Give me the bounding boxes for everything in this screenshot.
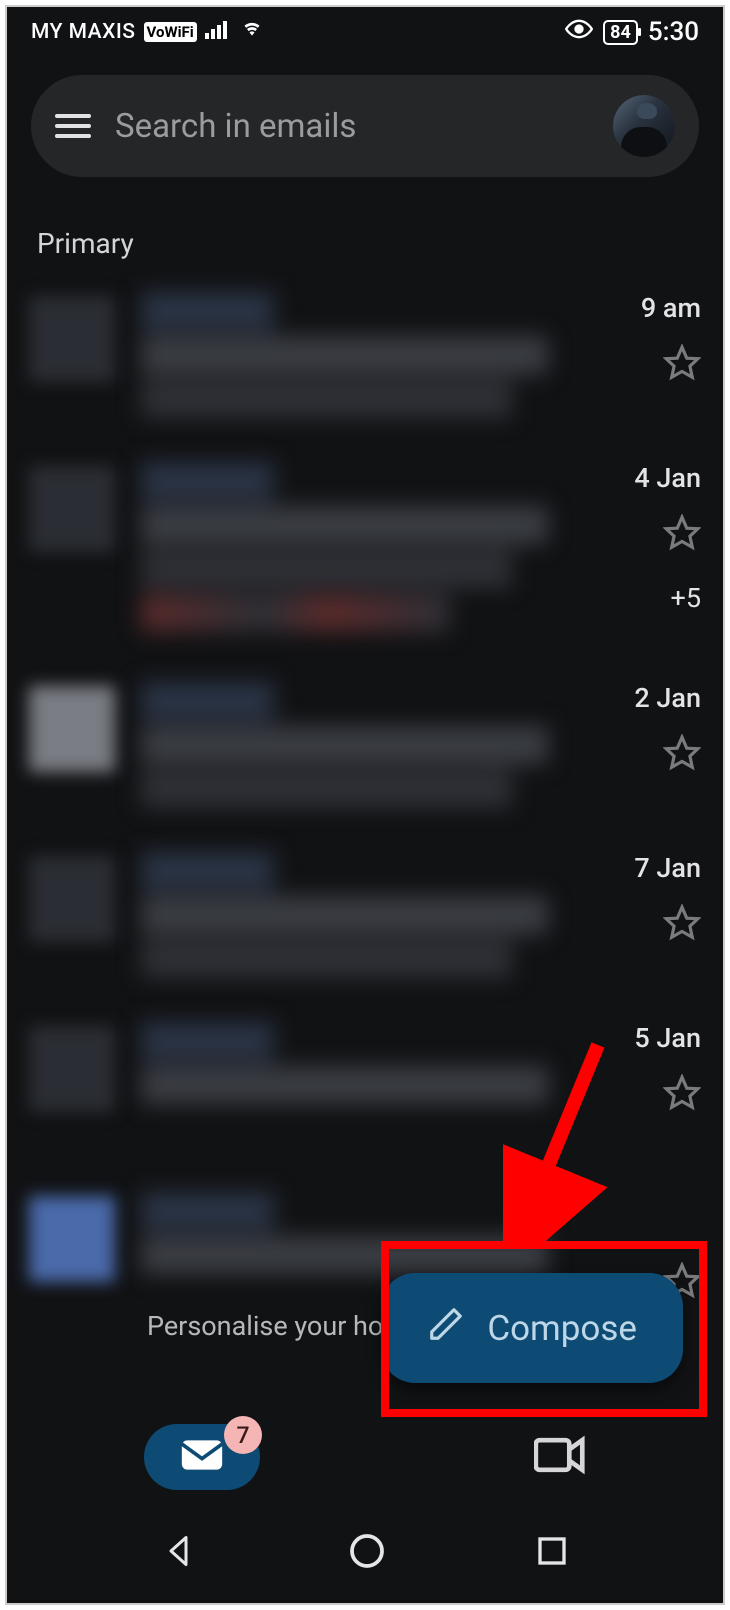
email-content-blurred [141,682,583,818]
email-date: 7 Jan [634,852,701,884]
email-item[interactable]: 4 Jan +5 [7,448,723,668]
clock: 5:30 [648,17,699,47]
email-content-blurred [141,462,583,648]
sender-avatar [29,1196,115,1282]
email-item[interactable]: 5 Jan [7,1008,723,1178]
email-meta: 9 am [609,292,701,428]
sender-avatar [29,466,115,552]
back-button[interactable] [162,1533,198,1573]
battery-indicator: 84 [603,20,638,45]
status-left: MY MAXIS VoWiFi [31,19,265,45]
email-item[interactable]: 9 am [7,278,723,448]
wifi-icon [239,19,265,45]
email-content-blurred [141,852,583,988]
mail-icon [180,1438,224,1472]
email-meta: 5 Jan [609,1022,701,1158]
email-meta: 7 Jan [609,852,701,988]
email-meta: 4 Jan +5 [609,462,701,648]
phone-screen: MY MAXIS VoWiFi 84 5:30 Search in emails [5,5,725,1605]
email-content-blurred [141,292,583,428]
compose-label: Compose [487,1308,637,1349]
hamburger-menu-icon[interactable] [55,114,91,138]
inbox-section-label: Primary [7,183,723,278]
email-date: 5 Jan [634,1022,701,1054]
unread-badge: 7 [224,1416,262,1454]
email-list: 9 am 4 Jan +5 [7,278,723,1324]
carrier-label: MY MAXIS [31,20,136,44]
email-meta: 2 Jan [609,682,701,818]
eye-icon [565,19,593,45]
status-right: 84 5:30 [565,17,699,47]
search-bar[interactable]: Search in emails [31,75,699,177]
email-date: 9 am [641,292,701,324]
star-icon[interactable] [663,1074,701,1116]
email-item[interactable]: 7 Jan [7,838,723,1008]
sender-avatar [29,856,115,942]
email-date: 4 Jan [634,462,701,494]
star-icon[interactable] [663,514,701,556]
star-icon[interactable] [663,344,701,386]
sender-avatar [29,296,115,382]
email-date: 2 Jan [634,682,701,714]
bottom-tab-bar: 7 [7,1407,723,1507]
recent-apps-button[interactable] [536,1535,568,1571]
star-icon[interactable] [663,904,701,946]
home-button[interactable] [349,1533,385,1573]
account-avatar[interactable] [613,95,675,157]
tab-meet[interactable] [534,1435,586,1479]
sender-avatar [29,1026,115,1112]
compose-button[interactable]: Compose [381,1273,683,1383]
email-item[interactable]: 2 Jan [7,668,723,838]
status-bar: MY MAXIS VoWiFi 84 5:30 [7,7,723,57]
search-bar-container: Search in emails [7,57,723,183]
pencil-icon [427,1305,465,1352]
video-icon [534,1435,586,1475]
email-content-blurred [141,1022,583,1158]
tab-mail[interactable]: 7 [144,1424,260,1490]
system-nav-bar [7,1513,723,1593]
signal-icon [205,19,231,45]
star-icon[interactable] [663,734,701,776]
search-placeholder[interactable]: Search in emails [115,107,589,146]
sender-avatar [29,686,115,772]
attachment-count: +5 [671,582,702,614]
vowifi-badge: VoWiFi [144,22,197,42]
